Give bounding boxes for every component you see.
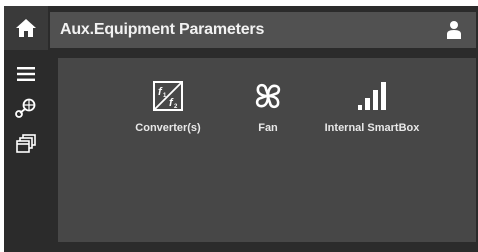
components-button[interactable] [10,94,42,122]
components-icon [15,98,36,118]
page-title: Aux.Equipment Parameters [60,21,265,38]
tile-converters[interactable]: f 1 f 2 Converter(s) [135,78,201,140]
frequency-converter-icon: f 1 f 2 [152,78,184,112]
user-button[interactable] [442,18,466,42]
windows-button[interactable] [10,130,42,158]
menu-icon [17,67,35,81]
content-panel: f 1 f 2 Converter(s) Fan Internal SmartB… [58,58,476,242]
tile-label: Converter(s) [135,122,201,134]
signal-bars-icon [356,78,388,112]
home-icon [16,19,36,37]
tile-fan[interactable]: Fan [246,78,290,140]
tile-internal-smartbox[interactable]: Internal SmartBox [324,78,420,140]
home-button[interactable] [4,6,48,50]
sidebar [4,52,48,252]
app-frame: Aux.Equipment Parameters f 1 f 2 Convert… [4,6,478,252]
user-icon [447,21,461,39]
tile-label: Internal SmartBox [324,122,420,134]
tile-label: Fan [258,122,278,134]
fan-icon [252,78,284,112]
top-bar: Aux.Equipment Parameters [4,6,478,50]
title-bar: Aux.Equipment Parameters [50,12,476,48]
windows-stack-icon [16,134,36,153]
menu-button[interactable] [10,60,42,88]
